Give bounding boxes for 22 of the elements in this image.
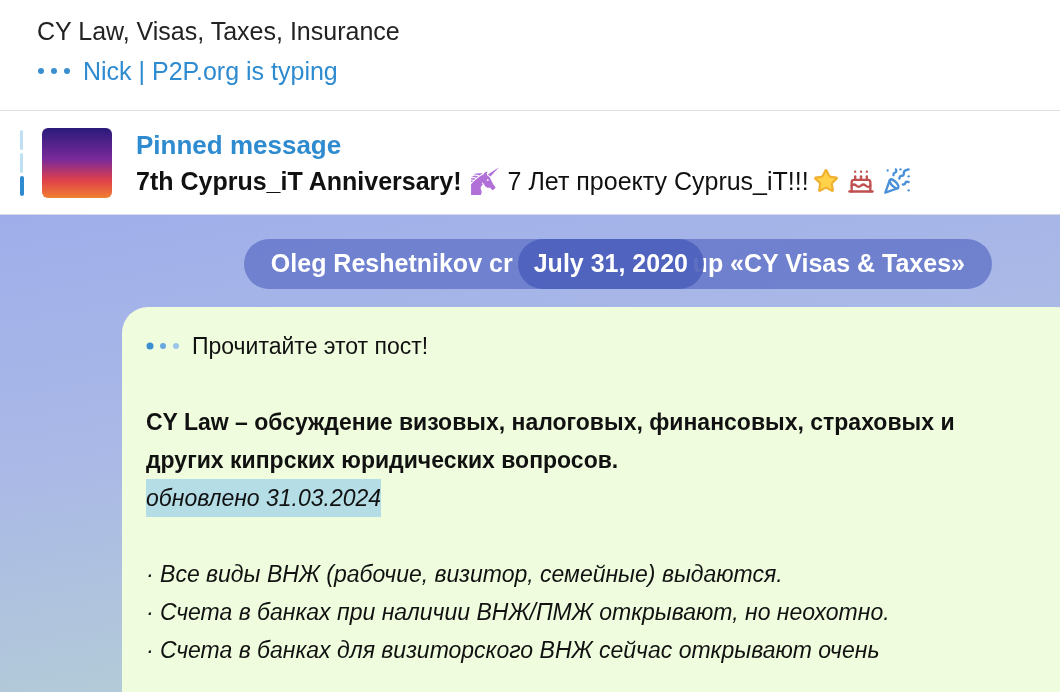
party-popper-icon	[882, 166, 911, 195]
pinned-indicator	[20, 152, 23, 173]
typing-status: Nick | P2P.org is typing	[83, 56, 338, 87]
unicorn-icon	[469, 165, 500, 196]
message-text: Прочитайте этот пост!	[192, 332, 429, 361]
pinned-indicator	[20, 129, 23, 150]
bullet-item: · Счета в банках при наличии ВНЖ/ПМЖ открывают, но неохотно.	[146, 598, 891, 627]
pinned-text: 7th Cyprus_iT Anniversary!	[136, 165, 462, 197]
service-text: Oleg Reshetnikov cr	[270, 248, 513, 280]
service-text: up «CY Visas & Taxes»	[692, 248, 965, 280]
star-icon	[812, 167, 839, 194]
pinned-text: 7 Лет проекту Cyprus_iT!!!	[507, 165, 809, 197]
chat-title: CY Law, Visas, Taxes, Insurance	[37, 16, 400, 47]
updated-date: обновлено 31.03.2024	[146, 479, 382, 517]
pinned-label: Pinned message	[136, 128, 342, 162]
dots-icon	[146, 342, 180, 350]
message-heading: CY Law – обсуждение визовых, налоговых, финансовых, страховых и других кипрских юридических вопросов.	[146, 408, 956, 475]
pinned-indicator	[20, 175, 24, 196]
bullet-item: · Все виды ВНЖ (рабочие, визитор, семейные) выдаются.	[146, 560, 784, 589]
typing-dots-icon	[37, 67, 71, 75]
bullet-item: · Счета в банках для визиторского ВНЖ сейчас открывают очень	[146, 636, 881, 665]
thumbnail-placeholder	[42, 127, 112, 198]
